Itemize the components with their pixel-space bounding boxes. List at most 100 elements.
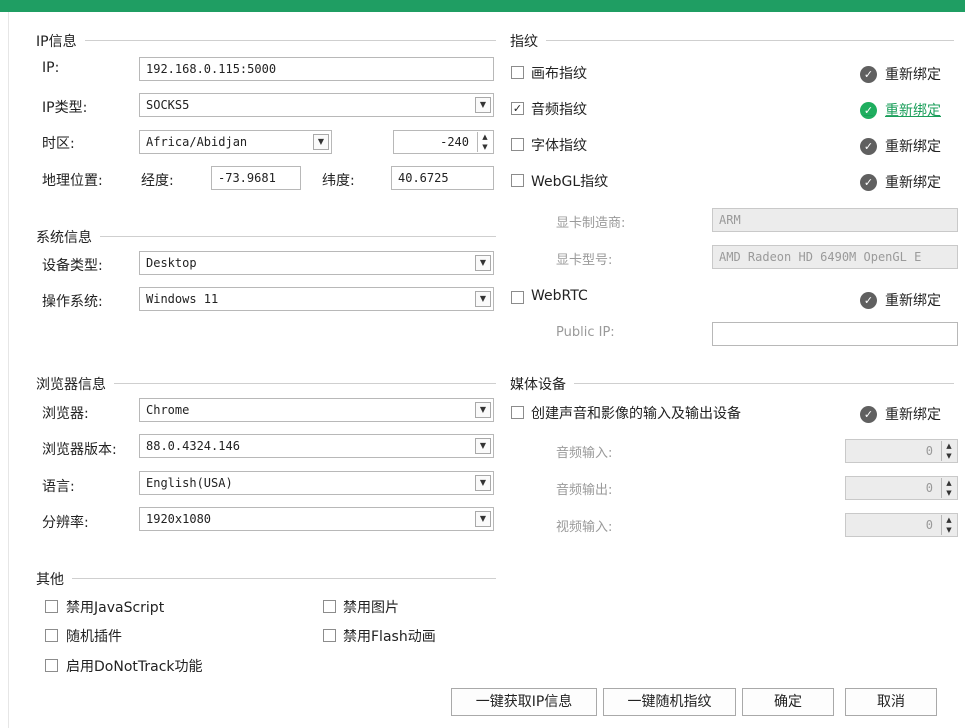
device-type-label: 设备类型: — [42, 258, 103, 274]
video-in-value: 0 — [925, 518, 933, 532]
gpu-vendor-select[interactable]: ARM — [712, 208, 958, 232]
disable-flash-label: 禁用Flash动画 — [343, 629, 436, 645]
webrtc-checkbox[interactable] — [511, 291, 524, 304]
gpu-model-select[interactable]: AMD Radeon HD 6490M OpenGL E — [712, 245, 958, 269]
spin-arrows-icon[interactable]: ▲ ▼ — [941, 441, 956, 461]
spin-arrows-icon[interactable]: ▲ ▼ — [941, 478, 956, 498]
disable-images-checkbox[interactable] — [323, 600, 336, 613]
timezone-label: 时区: — [42, 136, 75, 152]
ip-section-title: IP信息 — [36, 31, 85, 51]
gpu-model-value: AMD Radeon HD 6490M OpenGL E — [719, 250, 922, 264]
timezone-select[interactable]: Africa/Abidjan ▼ — [139, 130, 332, 154]
ok-button[interactable]: 确定 — [742, 688, 834, 716]
video-in-stepper[interactable]: 0 ▲ ▼ — [845, 513, 958, 537]
ip-type-select[interactable]: SOCKS5 ▼ — [139, 93, 494, 117]
ip-type-value: SOCKS5 — [146, 98, 190, 112]
chevron-down-icon[interactable]: ▼ — [475, 291, 491, 307]
chevron-down-icon[interactable]: ▼ — [475, 255, 491, 271]
check-circle-icon: ✓ — [860, 173, 877, 191]
chevron-down-icon[interactable]: ▼ — [475, 97, 491, 113]
geo-label: 地理位置: — [42, 173, 103, 189]
audio-in-value: 0 — [925, 444, 933, 458]
random-fingerprint-button[interactable]: 一键随机指纹 — [603, 688, 736, 716]
system-section-title: 系统信息 — [36, 227, 100, 247]
spin-down-icon[interactable]: ▼ — [478, 142, 492, 152]
enable-dnt-checkbox[interactable] — [45, 659, 58, 672]
canvas-fp-label: 画布指纹 — [531, 66, 587, 82]
ip-input[interactable]: 192.168.0.115:5000 — [139, 57, 494, 81]
disable-js-checkbox[interactable] — [45, 600, 58, 613]
canvas-rebind-link[interactable]: ✓ 重新绑定 — [860, 64, 941, 84]
browser-select[interactable]: Chrome ▼ — [139, 398, 494, 422]
spin-down-icon[interactable]: ▼ — [942, 451, 956, 461]
webgl-fp-checkbox[interactable] — [511, 174, 524, 187]
spin-arrows-icon[interactable]: ▲ ▼ — [941, 515, 956, 535]
spin-down-icon[interactable]: ▼ — [942, 488, 956, 498]
audio-in-stepper[interactable]: 0 ▲ ▼ — [845, 439, 958, 463]
check-circle-icon: ✓ — [860, 101, 877, 119]
other-section-rule — [36, 578, 496, 579]
rebind-label: 重新绑定 — [885, 175, 941, 191]
fetch-ip-button[interactable]: 一键获取IP信息 — [451, 688, 597, 716]
rebind-label: 重新绑定 — [885, 407, 941, 423]
title-bar — [0, 0, 965, 12]
longitude-input[interactable]: -73.9681 — [211, 166, 301, 190]
check-circle-icon: ✓ — [860, 405, 877, 423]
public-ip-input[interactable] — [712, 322, 958, 346]
ip-section-rule — [36, 40, 496, 41]
language-select[interactable]: English(USA) ▼ — [139, 471, 494, 495]
media-section-rule — [510, 383, 954, 384]
device-type-select[interactable]: Desktop ▼ — [139, 251, 494, 275]
os-select[interactable]: Windows 11 ▼ — [139, 287, 494, 311]
audio-fp-checkbox[interactable]: ✓ — [511, 102, 524, 115]
audio-out-stepper[interactable]: 0 ▲ ▼ — [845, 476, 958, 500]
ip-type-label: IP类型: — [42, 100, 88, 116]
audio-in-label: 音频输入: — [556, 446, 613, 461]
cancel-button[interactable]: 取消 — [845, 688, 937, 716]
window-left-edge — [0, 12, 9, 728]
browser-label: 浏览器: — [42, 406, 89, 422]
ip-label: IP: — [42, 60, 60, 76]
resolution-select[interactable]: 1920x1080 ▼ — [139, 507, 494, 531]
canvas-fp-checkbox[interactable] — [511, 66, 524, 79]
timezone-value: Africa/Abidjan — [146, 135, 248, 149]
spin-up-icon[interactable]: ▲ — [942, 515, 956, 525]
webrtc-rebind-link[interactable]: ✓ 重新绑定 — [860, 290, 941, 310]
webgl-rebind-link[interactable]: ✓ 重新绑定 — [860, 172, 941, 192]
timezone-offset-value: -240 — [440, 135, 469, 149]
chevron-down-icon[interactable]: ▼ — [475, 438, 491, 454]
device-type-value: Desktop — [146, 256, 197, 270]
latitude-input[interactable]: 40.6725 — [391, 166, 494, 190]
browser-value: Chrome — [146, 403, 190, 417]
spin-arrows-icon[interactable]: ▲ ▼ — [477, 132, 492, 152]
random-plugins-checkbox[interactable] — [45, 629, 58, 642]
spin-up-icon[interactable]: ▲ — [942, 441, 956, 451]
random-plugins-label: 随机插件 — [66, 629, 122, 645]
font-fp-checkbox[interactable] — [511, 138, 524, 151]
chevron-down-icon[interactable]: ▼ — [475, 511, 491, 527]
gpu-vendor-label: 显卡制造商: — [556, 216, 626, 231]
spin-up-icon[interactable]: ▲ — [478, 132, 492, 142]
spin-down-icon[interactable]: ▼ — [942, 525, 956, 535]
rebind-label: 重新绑定 — [885, 67, 941, 83]
disable-flash-checkbox[interactable] — [323, 629, 336, 642]
timezone-offset-stepper[interactable]: -240 ▲ ▼ — [393, 130, 494, 154]
chevron-down-icon[interactable]: ▼ — [475, 402, 491, 418]
font-rebind-link[interactable]: ✓ 重新绑定 — [860, 136, 941, 156]
check-circle-icon: ✓ — [860, 291, 877, 309]
check-circle-icon: ✓ — [860, 65, 877, 83]
media-rebind-link[interactable]: ✓ 重新绑定 — [860, 404, 941, 424]
create-devices-checkbox[interactable] — [511, 406, 524, 419]
chevron-down-icon[interactable]: ▼ — [313, 134, 329, 150]
audio-rebind-link[interactable]: ✓ 重新绑定 — [860, 100, 941, 120]
spin-up-icon[interactable]: ▲ — [942, 478, 956, 488]
public-ip-label: Public IP: — [556, 325, 615, 340]
browser-version-value: 88.0.4324.146 — [146, 439, 240, 453]
webrtc-label: WebRTC — [531, 288, 588, 304]
gpu-vendor-value: ARM — [719, 213, 741, 227]
longitude-label: 经度: — [141, 173, 174, 189]
audio-fp-label: 音频指纹 — [531, 102, 587, 118]
browser-version-select[interactable]: 88.0.4324.146 ▼ — [139, 434, 494, 458]
chevron-down-icon[interactable]: ▼ — [475, 475, 491, 491]
gpu-model-label: 显卡型号: — [556, 253, 613, 268]
